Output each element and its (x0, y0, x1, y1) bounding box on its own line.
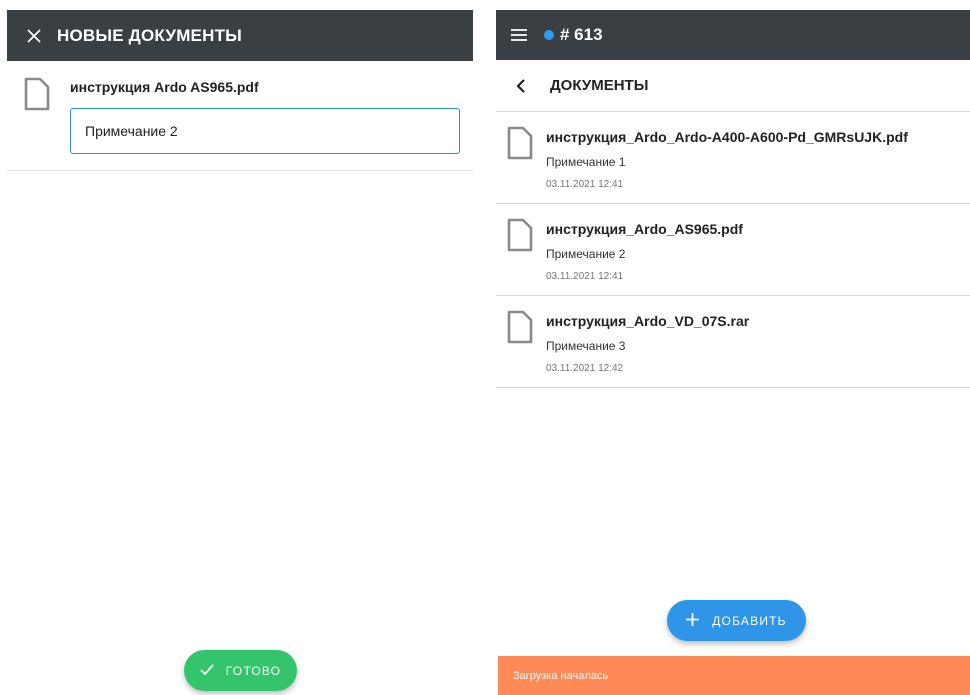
file-icon (507, 310, 533, 349)
hamburger-menu-icon[interactable] (504, 20, 534, 50)
close-icon[interactable] (19, 21, 49, 51)
done-button-label: ГОТОВО (225, 663, 282, 678)
upload-started-toast: Загрузка началась (498, 656, 970, 695)
file-icon (507, 218, 533, 257)
document-item[interactable]: инструкция_Ardo_VD_07S.rar Примечание 3 … (496, 296, 970, 388)
document-note: Примечание 2 (546, 247, 626, 261)
new-documents-header: НОВЫЕ ДОКУМЕНТЫ (7, 10, 473, 61)
document-name: инструкция_Ardo_AS965.pdf (546, 221, 743, 237)
document-item[interactable]: инструкция_Ardo_Ardo-A400-A600-Pd_GMRsUJ… (496, 112, 970, 204)
documents-list: инструкция_Ardo_Ardo-A400-A600-Pd_GMRsUJ… (496, 112, 970, 388)
document-note: Примечание 3 (546, 339, 626, 353)
new-document-item: инструкция Ardo AS965.pdf (7, 61, 473, 171)
check-icon (200, 663, 214, 678)
file-icon (24, 77, 50, 116)
document-date: 03.11.2021 12:42 (546, 363, 624, 374)
new-documents-screen: НОВЫЕ ДОКУМЕНТЫ инструкция Ardo AS965.pd… (7, 10, 473, 695)
file-icon (507, 126, 533, 165)
documents-subheader: ДОКУМЕНТЫ (496, 60, 970, 112)
add-document-button[interactable]: ДОБАВИТЬ (667, 600, 806, 641)
add-button-label: ДОБАВИТЬ (712, 613, 787, 628)
file-name: инструкция Ardo AS965.pdf (70, 79, 259, 95)
order-number: # 613 (560, 25, 603, 44)
done-button[interactable]: ГОТОВО (184, 650, 297, 691)
document-item[interactable]: инструкция_Ardo_AS965.pdf Примечание 2 0… (496, 204, 970, 296)
document-name: инструкция_Ardo_VD_07S.rar (546, 313, 750, 329)
document-name: инструкция_Ardo_Ardo-A400-A600-Pd_GMRsUJ… (546, 129, 908, 145)
chevron-left-icon[interactable] (506, 71, 536, 101)
plus-icon (686, 612, 700, 629)
section-title: ДОКУМЕНТЫ (550, 77, 649, 94)
toast-text: Загрузка началась (513, 669, 609, 682)
page-title: НОВЫЕ ДОКУМЕНТЫ (57, 25, 242, 45)
documents-screen: # 613 ДОКУМЕНТЫ инструкция_Ardo_Ardo-A40… (496, 10, 970, 695)
document-date: 03.11.2021 12:41 (546, 271, 624, 282)
status-dot (544, 30, 554, 40)
note-input[interactable] (70, 108, 460, 154)
order-header: # 613 (496, 10, 970, 60)
document-date: 03.11.2021 12:41 (546, 179, 624, 190)
document-note: Примечание 1 (546, 155, 626, 169)
